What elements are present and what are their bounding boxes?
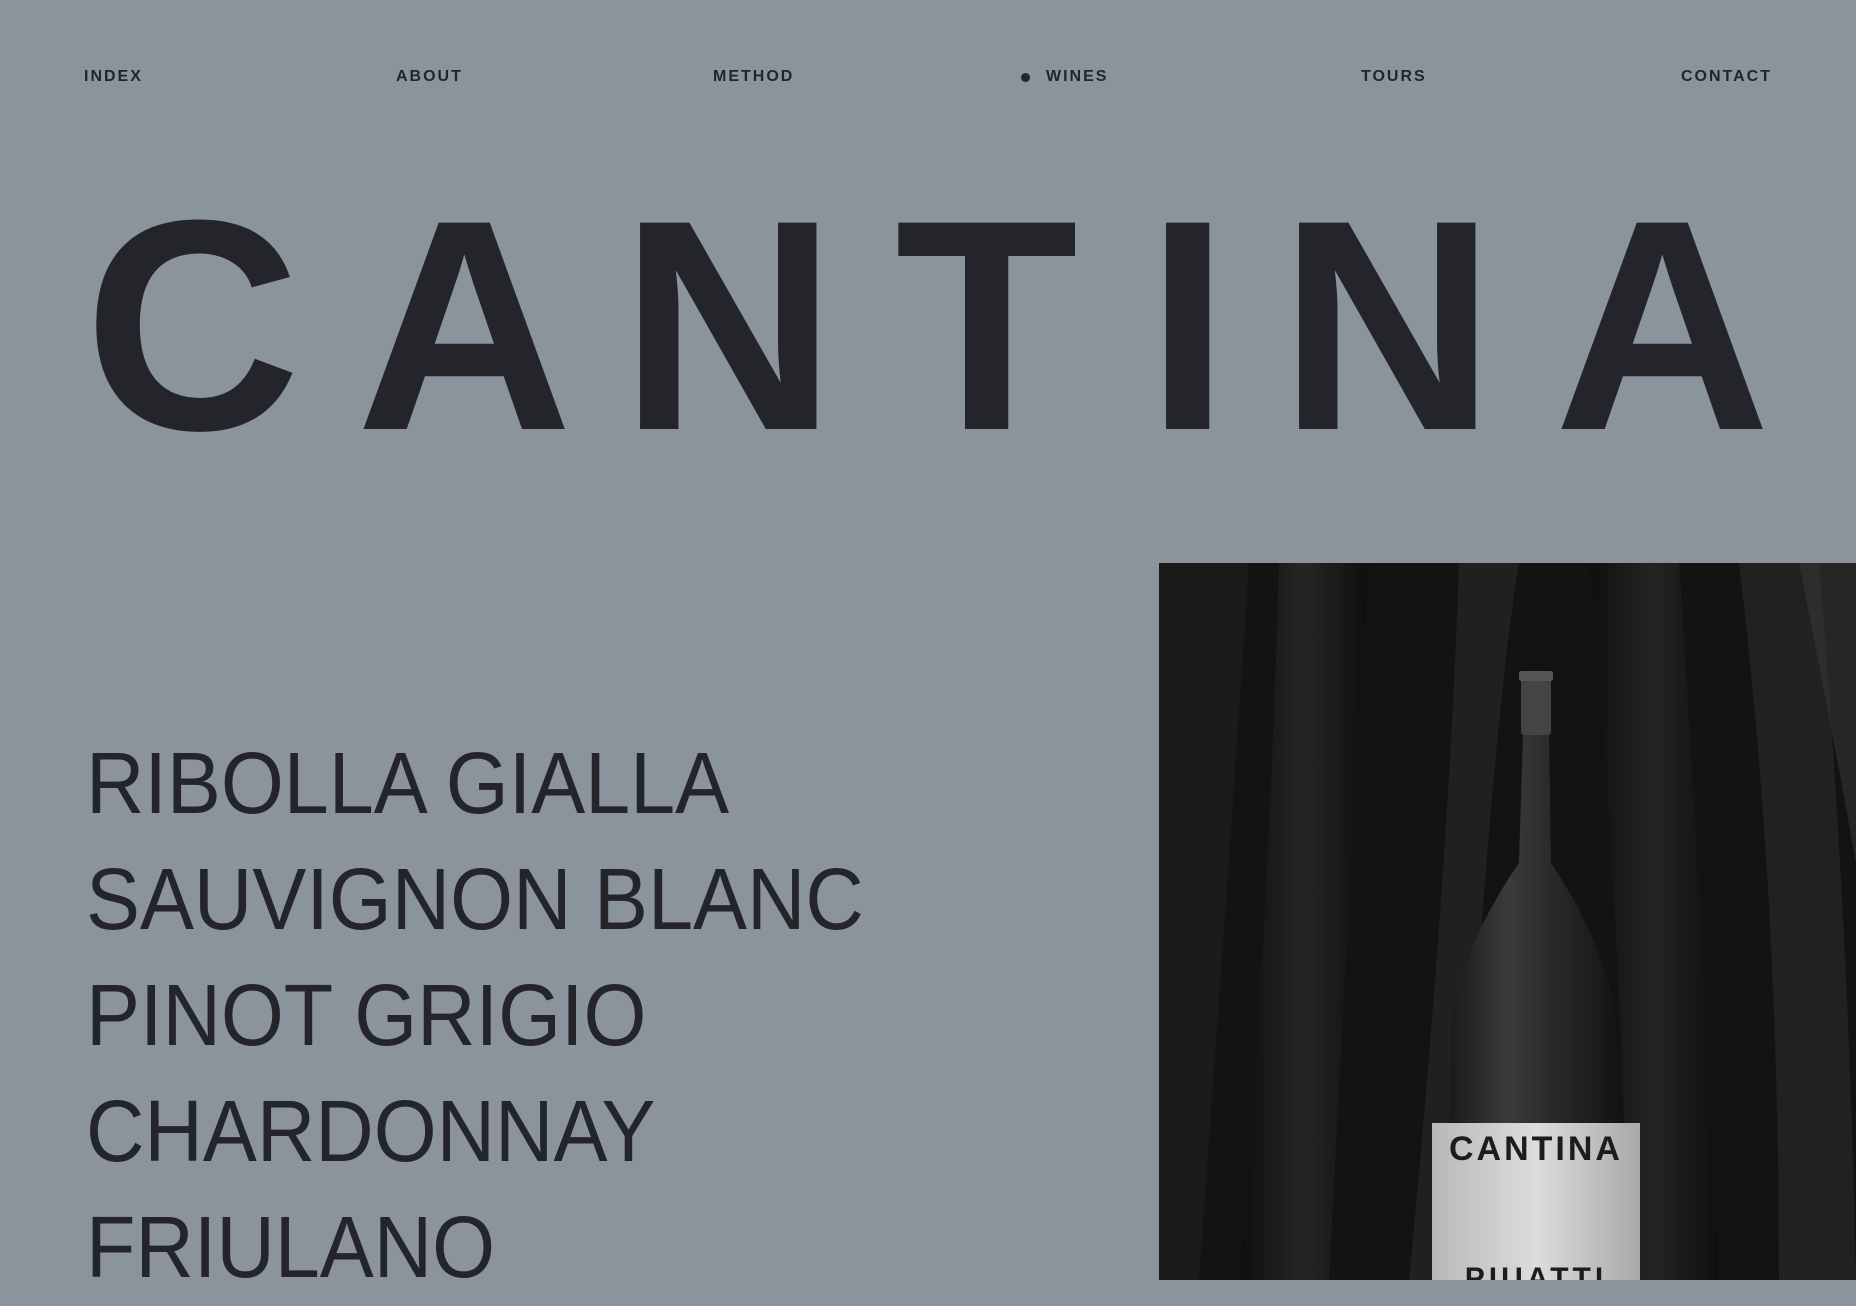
logo-letter: N [620, 157, 837, 493]
logo-letter: T [895, 157, 1079, 493]
active-dot-icon [1021, 72, 1030, 82]
brand-logo: C A N T I N A [84, 157, 1772, 493]
main-nav: INDEX ABOUT METHOD WINES TOURS CONTACT [84, 64, 1772, 94]
nav-tours-link[interactable]: TOURS [1361, 64, 1427, 90]
nav-wines-link[interactable]: WINES [1021, 64, 1108, 90]
nav-wines-label: WINES [1046, 68, 1109, 85]
nav-contact-link[interactable]: CONTACT [1681, 64, 1772, 90]
wine-item-ribolla-gialla[interactable]: RIBOLLA GIALLA [86, 726, 864, 842]
nav-method-link[interactable]: METHOD [713, 64, 794, 90]
logo-letter: N [1279, 157, 1496, 493]
wine-item-pinot-grigio[interactable]: PINOT GRIGIO [86, 958, 864, 1074]
logo-letter: A [356, 157, 573, 493]
logo-letter: A [1554, 157, 1771, 493]
wine-list: RIBOLLA GIALLA SAUVIGNON BLANC PINOT GRI… [86, 726, 922, 1306]
wine-bottle-photo: CANTINA PIUATTI [1159, 563, 1856, 1280]
bottle-label-sub: PIUATTI [1465, 1262, 1607, 1280]
bottle-label-brand: CANTINA [1449, 1130, 1623, 1168]
nav-about-link[interactable]: ABOUT [396, 64, 463, 90]
nav-index-link[interactable]: INDEX [84, 64, 143, 90]
logo-letter: I [1146, 157, 1230, 493]
wine-item-friulano[interactable]: FRIULANO [86, 1190, 864, 1306]
wine-item-sauvignon-blanc[interactable]: SAUVIGNON BLANC [86, 842, 864, 958]
wine-item-chardonnay[interactable]: CHARDONNAY [86, 1074, 864, 1190]
logo-letter: C [84, 157, 301, 493]
